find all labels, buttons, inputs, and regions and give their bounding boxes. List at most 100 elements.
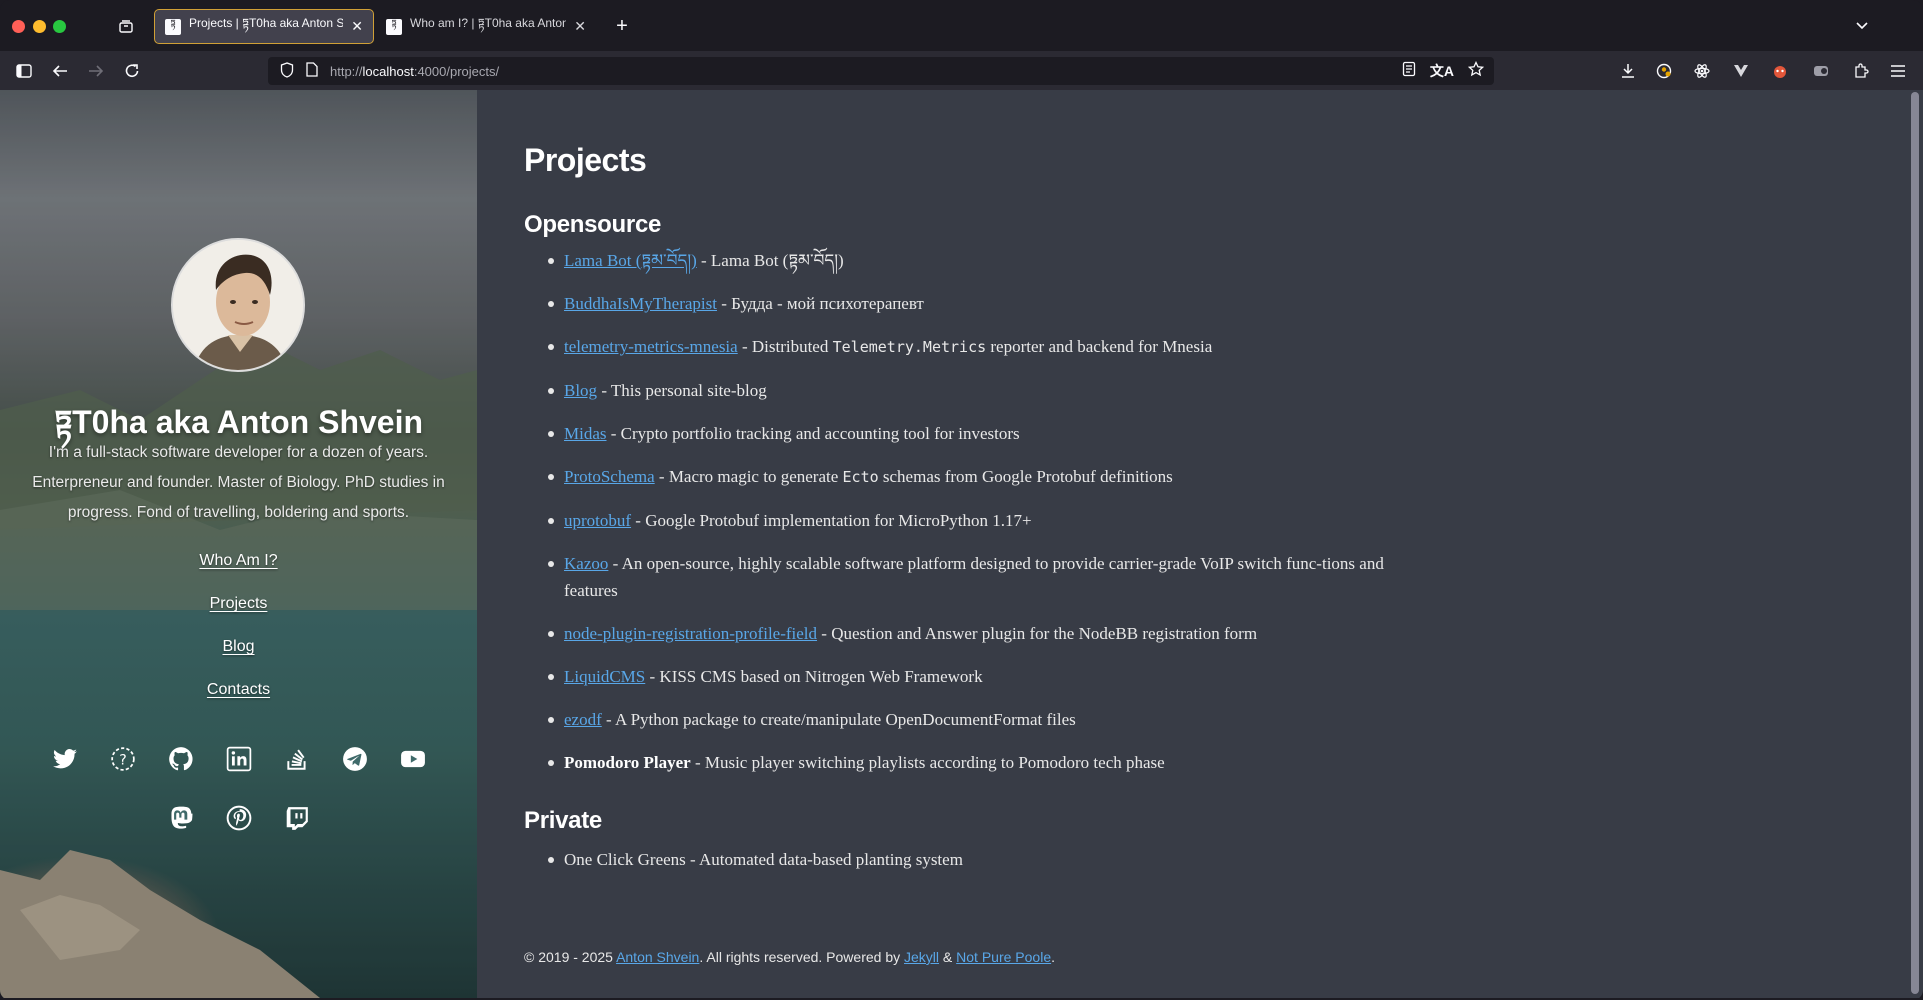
account-icon[interactable] — [1654, 61, 1674, 81]
project-link-telemetry-metrics-mnesia[interactable]: telemetry-metrics-mnesia — [564, 337, 738, 356]
menu-hamburger-icon[interactable] — [1888, 61, 1908, 81]
page-info-icon[interactable] — [306, 62, 318, 80]
project-description: - Google Protobuf implementation for Mic… — [631, 511, 1032, 530]
project-link-kazoo[interactable]: Kazoo — [564, 554, 608, 573]
navigation-toolbar: http://localhost:4000/projects/ 文A — [0, 51, 1923, 90]
sidebar-item-who-am-i[interactable]: Who Am I? — [0, 552, 477, 595]
github-icon[interactable] — [167, 745, 195, 773]
fox-extension-icon[interactable] — [1770, 61, 1790, 81]
linkedin-icon[interactable] — [225, 745, 253, 773]
sidebar-item-projects[interactable]: Projects — [0, 595, 477, 638]
project-name-pomodoro-player: Pomodoro Player — [564, 753, 691, 772]
project-link-buddha-is-my-therapist[interactable]: BuddhaIsMyTherapist — [564, 294, 717, 313]
vue-devtools-icon[interactable] — [1731, 61, 1751, 81]
project-description: reporter and backend for Mnesia — [986, 337, 1213, 356]
stackoverflow-icon[interactable] — [283, 745, 311, 773]
react-devtools-icon[interactable] — [1692, 61, 1712, 81]
scrollbar-thumb[interactable] — [1911, 92, 1919, 994]
list-item: uprotobuf - Google Protobuf implementati… — [548, 507, 1414, 534]
sidebar-toggle-icon[interactable] — [14, 61, 34, 81]
tab-bar: ཏྟ Projects | ཏྟT0ha aka Anton Sh ✕ ཏྟ W… — [0, 0, 1923, 51]
shield-icon[interactable] — [280, 61, 294, 81]
twitter-icon[interactable] — [51, 745, 79, 773]
project-link-node-plugin-registration-profile-field[interactable]: node-plugin-registration-profile-field — [564, 624, 817, 643]
page-footer: © 2019 - 2025 Anton Shvein. All rights r… — [524, 949, 1055, 965]
new-tab-icon[interactable]: + — [612, 15, 632, 37]
url-path: :4000/projects/ — [413, 63, 500, 79]
tab-title: Who am I? | ཏྟT0ha aka Anton S — [410, 15, 567, 30]
project-link-lama-bot[interactable]: Lama Bot (ཏྟམ་བོད།) — [564, 251, 697, 270]
project-description: - An open-source, highly scalable softwa… — [564, 554, 1384, 600]
page-scrollbar[interactable] — [1910, 90, 1920, 998]
list-item: LiquidCMS - KISS CMS based on Nitrogen W… — [548, 663, 1414, 690]
sidebar-item-blog[interactable]: Blog — [0, 638, 477, 681]
svg-text:?: ? — [119, 752, 126, 768]
list-item: ProtoSchema - Macro magic to generate Ec… — [548, 463, 1414, 491]
project-description: - KISS CMS based on Nitrogen Web Framewo… — [645, 667, 983, 686]
footer-poole-link[interactable]: Not Pure Poole — [956, 949, 1051, 965]
toggle-extension-icon[interactable] — [1811, 61, 1831, 81]
list-item: Midas - Crypto portfolio tracking and ac… — [548, 420, 1414, 447]
opensource-projects-list: Lama Bot (ཏྟམ་བོད།) - Lama Bot (ཏྟམ་བོད།… — [548, 247, 1414, 792]
close-window-button[interactable] — [12, 20, 25, 33]
youtube-icon[interactable] — [399, 745, 427, 773]
back-arrow-icon[interactable] — [50, 61, 70, 81]
project-link-uprotobuf[interactable]: uprotobuf — [564, 511, 631, 530]
minimize-window-button[interactable] — [33, 20, 46, 33]
browser-window: ཏྟ Projects | ཏྟT0ha aka Anton Sh ✕ ཏྟ W… — [0, 0, 1923, 1000]
footer-author-link[interactable]: Anton Shvein — [616, 949, 699, 965]
project-link-liquidcms[interactable]: LiquidCMS — [564, 667, 645, 686]
list-item: Pomodoro Player - Music player switching… — [548, 749, 1414, 776]
mastodon-icon[interactable] — [167, 804, 195, 832]
sidebar-item-contacts[interactable]: Contacts — [0, 681, 477, 724]
reader-view-icon[interactable] — [1402, 61, 1416, 81]
url-text[interactable]: http://localhost:4000/projects/ — [330, 64, 499, 79]
url-host: localhost — [362, 63, 414, 79]
footer-jekyll-link[interactable]: Jekyll — [904, 949, 939, 965]
url-bar[interactable]: http://localhost:4000/projects/ 文A — [268, 57, 1494, 85]
pinterest-icon[interactable] — [225, 804, 253, 832]
project-link-blog[interactable]: Blog — [564, 381, 597, 400]
tab-overview-icon[interactable] — [116, 16, 136, 36]
forward-arrow-icon[interactable] — [86, 61, 106, 81]
private-projects-list: One Click Greens - Automated data-based … — [548, 846, 1414, 889]
main-content: Projects Opensource Lama Bot (ཏྟམ་བོད།) … — [524, 90, 1923, 998]
reload-icon[interactable] — [122, 61, 142, 81]
list-item: node-plugin-registration-profile-field -… — [548, 620, 1414, 647]
avatar-portrait-icon — [173, 240, 303, 370]
project-description: - Crypto portfolio tracking and accounti… — [606, 424, 1020, 443]
close-tab-icon[interactable]: ✕ — [351, 18, 363, 35]
tab-projects[interactable]: ཏྟ Projects | ཏྟT0ha aka Anton Sh ✕ — [154, 9, 374, 44]
project-description: - Question and Answer plugin for the Nod… — [817, 624, 1258, 643]
close-tab-icon[interactable]: ✕ — [574, 18, 586, 35]
maximize-window-button[interactable] — [53, 20, 66, 33]
project-link-ezodf[interactable]: ezodf — [564, 710, 602, 729]
project-link-protoschema[interactable]: ProtoSchema — [564, 467, 655, 486]
site-favicon-icon: ཏྟ — [386, 18, 402, 35]
downloads-icon[interactable] — [1618, 61, 1638, 81]
page-title: Projects — [524, 142, 647, 178]
private-project-text: One Click Greens - Automated data-based … — [564, 850, 963, 869]
list-item: Lama Bot (ཏྟམ་བོད།) - Lama Bot (ཏྟམ་བོད།… — [548, 247, 1414, 274]
url-bar-actions: 文A — [1402, 60, 1485, 81]
list-item: BuddhaIsMyTherapist - Будда - мой психот… — [548, 290, 1414, 317]
extensions-puzzle-icon[interactable] — [1851, 61, 1871, 81]
project-description: - Music player switching playlists accor… — [690, 753, 1165, 772]
project-link-midas[interactable]: Midas — [564, 424, 607, 443]
twitch-icon[interactable] — [283, 804, 311, 832]
question-icon[interactable]: ? — [109, 745, 137, 773]
avatar — [171, 238, 305, 372]
list-tabs-chevron-down-icon[interactable] — [1852, 15, 1872, 35]
project-description: - This personal site-blog — [597, 381, 767, 400]
bookmark-star-icon[interactable] — [1467, 60, 1485, 81]
footer-copyright: © 2019 - 2025 — [524, 949, 617, 965]
sidebar: ཏྟT0ha aka Anton Shvein I'm a full-stack… — [0, 90, 477, 998]
telegram-icon[interactable] — [341, 745, 369, 773]
translate-icon[interactable]: 文A — [1430, 61, 1454, 81]
sidebar-content: ཏྟT0ha aka Anton Shvein I'm a full-stack… — [0, 90, 477, 998]
list-item: One Click Greens - Automated data-based … — [548, 846, 1414, 873]
project-description: - A Python package to create/manipulate … — [601, 710, 1076, 729]
list-item: Blog - This personal site-blog — [548, 377, 1414, 404]
inline-code: Ecto — [842, 468, 879, 486]
tab-who-am-i[interactable]: ཏྟ Who am I? | ཏྟT0ha aka Anton S ✕ — [376, 9, 596, 44]
